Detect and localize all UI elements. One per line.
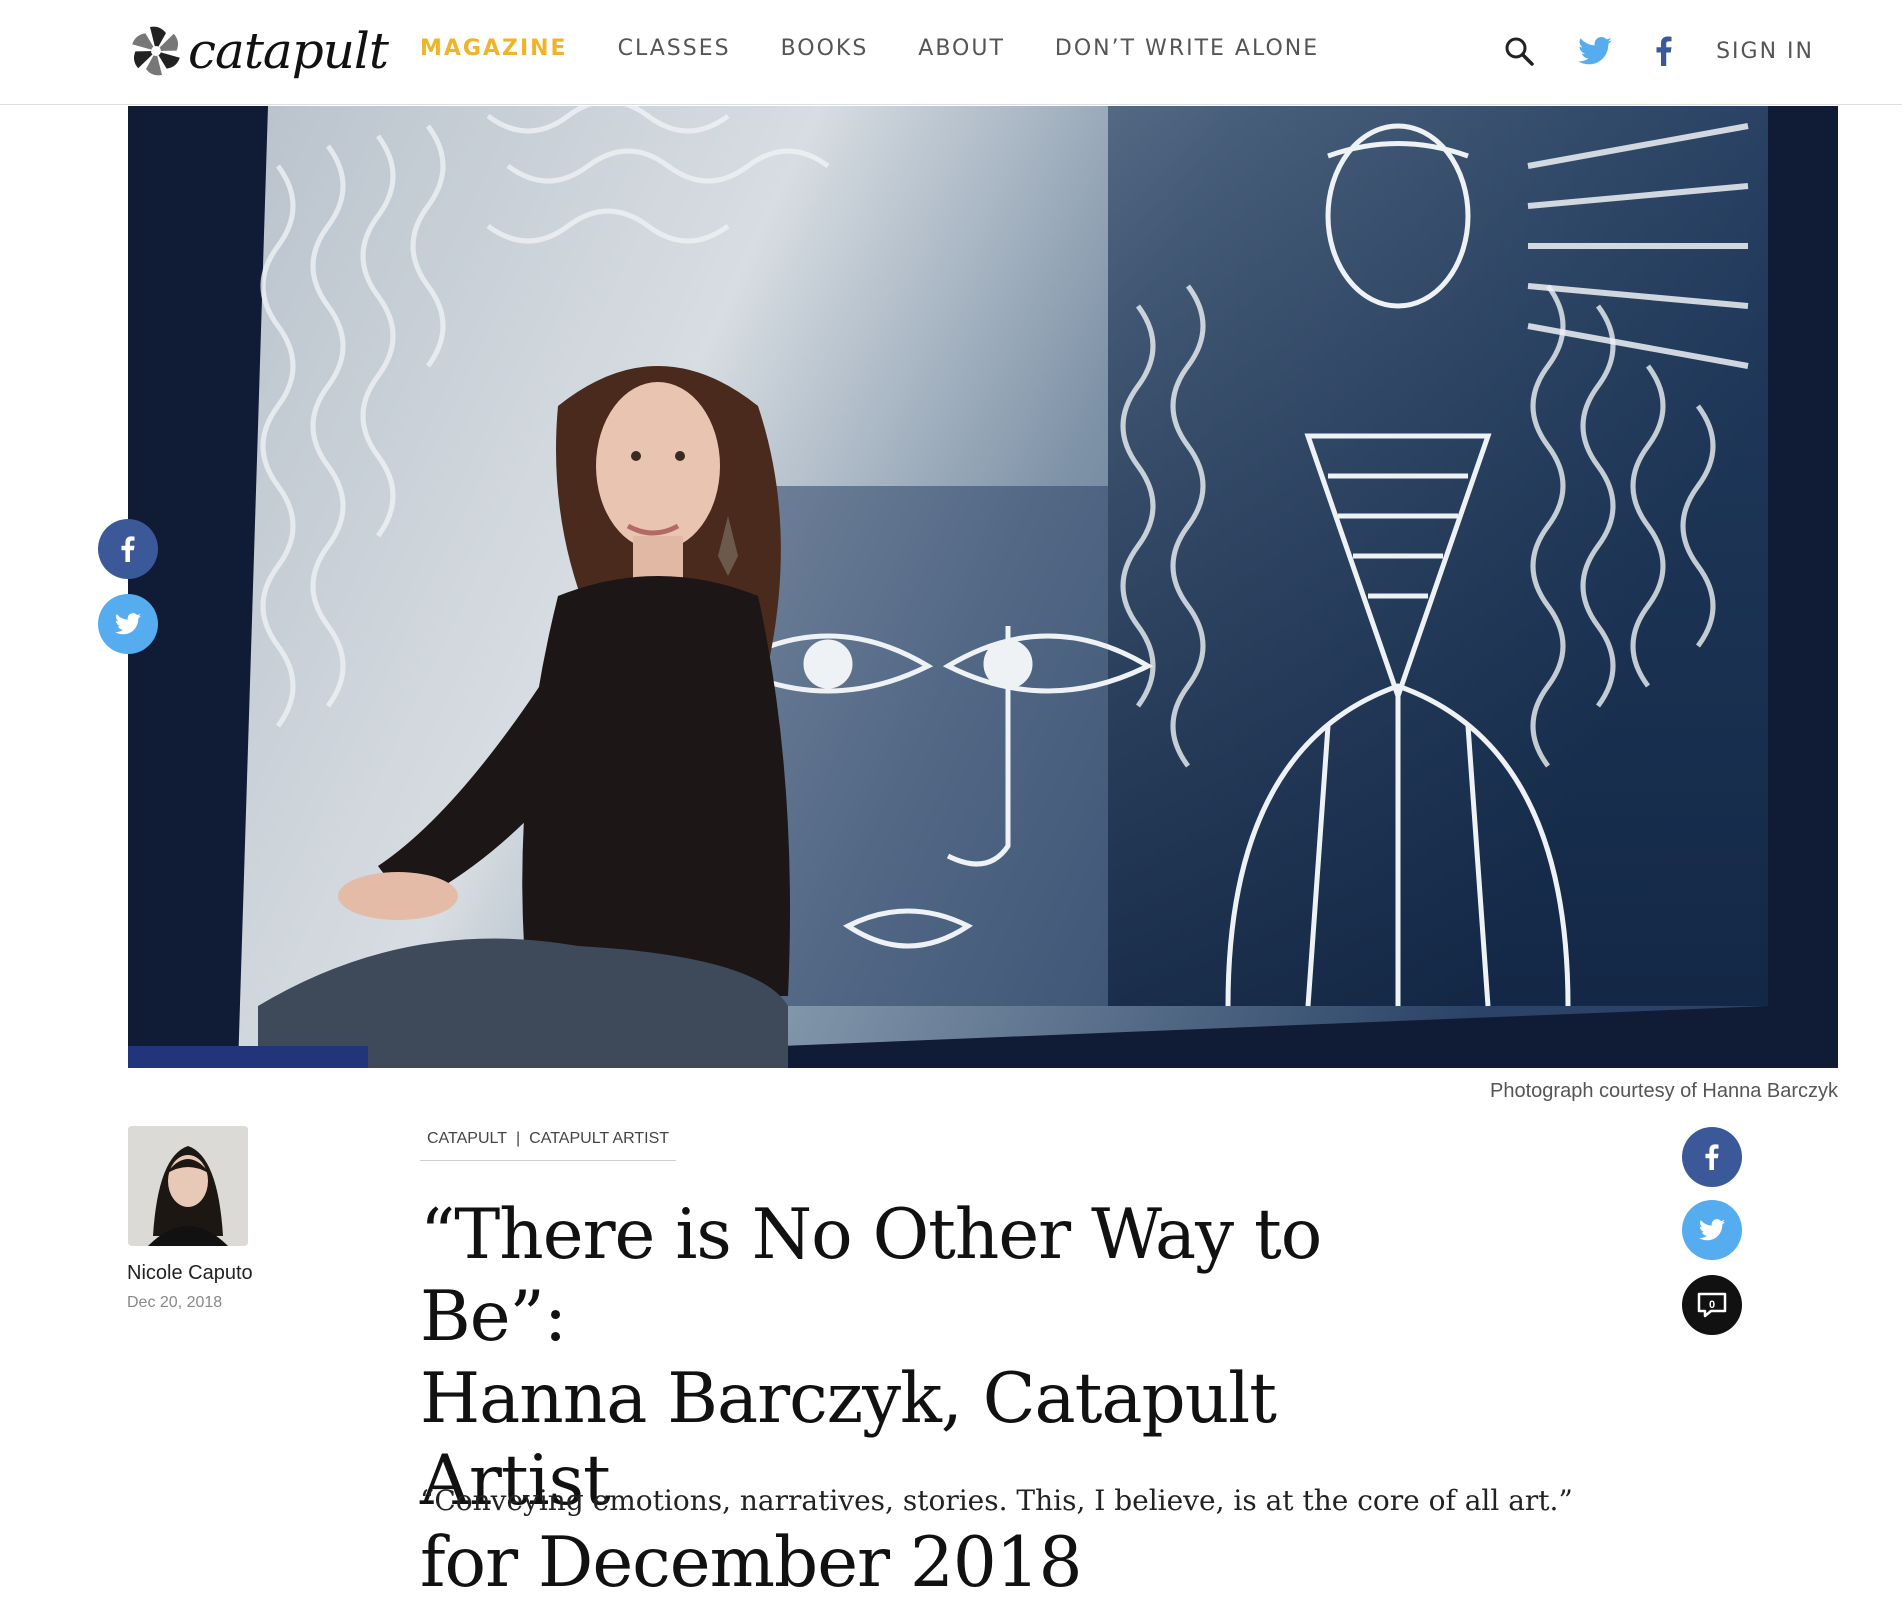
author-avatar[interactable] <box>128 1126 248 1246</box>
logo-wordmark: catapult <box>188 22 389 80</box>
comments-button[interactable]: 0 <box>1682 1275 1742 1335</box>
comment-count: 0 <box>1709 1299 1715 1311</box>
twitter-share-button[interactable] <box>1682 1200 1742 1260</box>
facebook-icon[interactable] <box>1656 36 1672 66</box>
tag-separator: | <box>516 1130 521 1147</box>
site-header: catapult MAGAZINE CLASSES BOOKS ABOUT DO… <box>0 0 1902 105</box>
comment-bubble-icon: 0 <box>1697 1292 1727 1318</box>
sign-in-link[interactable]: SIGN IN <box>1716 39 1814 64</box>
article-dek: “Conveying emotions, narratives, stories… <box>420 1484 1573 1517</box>
category-tags: CATAPULT | CATAPULT ARTIST <box>420 1130 677 1161</box>
tag-catapult[interactable]: CATAPULT <box>427 1130 507 1148</box>
nav-item-dont-write-alone[interactable]: DON’T WRITE ALONE <box>1055 36 1319 61</box>
twitter-icon[interactable] <box>1578 37 1612 65</box>
author-name[interactable]: Nicole Caputo <box>127 1262 253 1285</box>
nav-item-classes[interactable]: CLASSES <box>618 36 731 61</box>
hero-photo <box>128 106 1838 1068</box>
tag-catapult-artist[interactable]: CATAPULT ARTIST <box>529 1130 669 1148</box>
title-line-1: “There is No Other Way to Be”: <box>420 1195 1322 1357</box>
photo-caption: Photograph courtesy of Hanna Barczyk <box>1490 1080 1838 1102</box>
author-portrait-image <box>128 1126 248 1246</box>
hero-artwork-illustration <box>128 106 1838 1068</box>
header-actions: SIGN IN <box>1460 26 1814 76</box>
nav-item-about[interactable]: ABOUT <box>918 36 1005 61</box>
twitter-icon <box>115 613 141 635</box>
search-icon[interactable] <box>1504 36 1534 66</box>
article-title: “There is No Other Way to Be”: Hanna Bar… <box>420 1194 1480 1604</box>
facebook-icon <box>121 536 135 562</box>
catapult-logo[interactable]: catapult <box>130 16 389 86</box>
publish-date: Dec 20, 2018 <box>127 1294 223 1311</box>
nav-item-books[interactable]: BOOKS <box>781 36 869 61</box>
facebook-share-button[interactable] <box>1682 1127 1742 1187</box>
nav-item-magazine[interactable]: MAGAZINE <box>420 36 568 61</box>
main-nav: MAGAZINE CLASSES BOOKS ABOUT DON’T WRITE… <box>420 36 1369 61</box>
floating-facebook-share-button[interactable] <box>98 519 158 579</box>
facebook-icon <box>1705 1144 1719 1170</box>
twitter-icon <box>1699 1219 1725 1241</box>
title-line-3: for December 2018 <box>420 1523 1083 1603</box>
pinwheel-logo-icon <box>132 26 180 76</box>
floating-twitter-share-button[interactable] <box>98 594 158 654</box>
